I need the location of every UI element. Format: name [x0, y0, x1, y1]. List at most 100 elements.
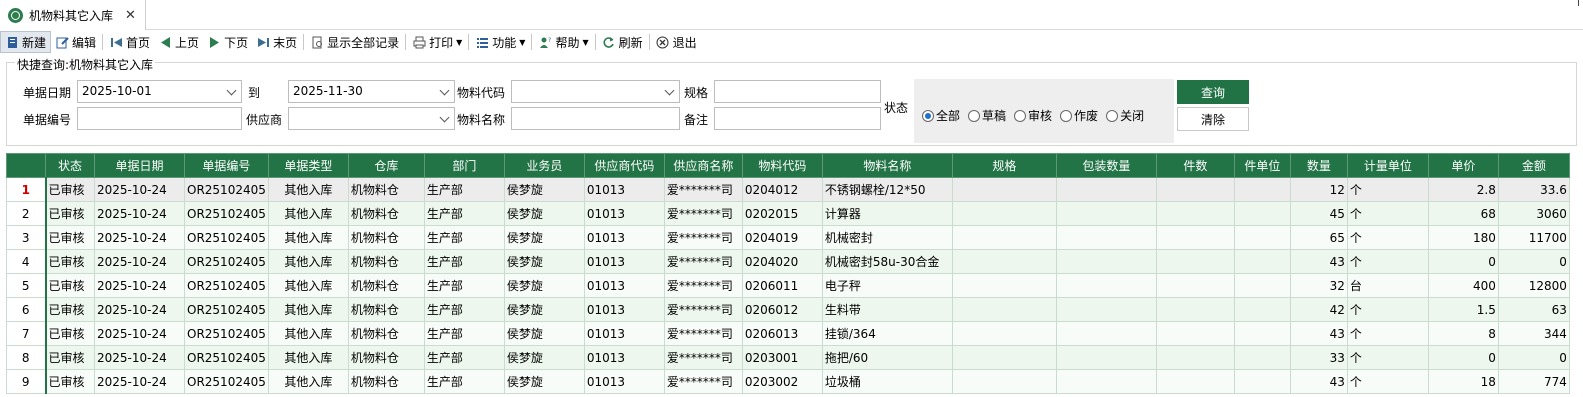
cell-status[interactable]: 已审核: [45, 201, 95, 226]
cell-date[interactable]: 2025-10-24: [94, 273, 185, 298]
status-option-1[interactable]: 草稿: [968, 107, 1006, 124]
cell-amt[interactable]: 63: [1497, 297, 1570, 322]
cell-dept[interactable]: 生产部: [423, 345, 505, 370]
cell-qty[interactable]: 43: [1289, 369, 1348, 394]
edit-button[interactable]: 编辑: [51, 31, 100, 53]
cell-unit[interactable]: 个: [1346, 177, 1429, 202]
cell-pcs[interactable]: [1155, 201, 1235, 226]
cell-no[interactable]: OR25102405: [184, 369, 269, 394]
function-menu-button[interactable]: 功能 ▼: [471, 31, 529, 53]
cell-price[interactable]: 2.8: [1427, 177, 1499, 202]
column-header[interactable]: 规格: [951, 153, 1057, 178]
row-number[interactable]: 1: [6, 177, 47, 202]
cell-mcode[interactable]: 0203001: [741, 345, 823, 370]
cell-pack[interactable]: [1055, 249, 1157, 274]
column-header[interactable]: 业务员: [503, 153, 585, 178]
row-number[interactable]: 4: [6, 249, 47, 274]
cell-pack[interactable]: [1055, 345, 1157, 370]
column-header[interactable]: 部门: [423, 153, 505, 178]
table-row[interactable]: 2 已审核 2025-10-24 OR25102405 其他入库 机物料仓 生产部 侯梦旋 01…: [6, 201, 1570, 226]
cell-amt[interactable]: 344: [1497, 321, 1570, 346]
cell-amt[interactable]: 12800: [1497, 273, 1570, 298]
cell-wh[interactable]: 机物料仓: [347, 369, 425, 394]
table-row[interactable]: 1 已审核 2025-10-24 OR25102405 其他入库 机物料仓 生产部 侯梦旋 01…: [6, 177, 1570, 202]
cell-mcode[interactable]: 0206013: [741, 321, 823, 346]
cell-qty[interactable]: 43: [1289, 321, 1348, 346]
row-number[interactable]: 5: [6, 273, 47, 298]
cell-unit[interactable]: 个: [1346, 297, 1429, 322]
help-menu-button[interactable]: ? 帮助 ▼: [534, 31, 592, 53]
cell-pcs[interactable]: [1155, 249, 1235, 274]
cell-wh[interactable]: 机物料仓: [347, 297, 425, 322]
cell-qty[interactable]: 33: [1289, 345, 1348, 370]
refresh-button[interactable]: 刷新: [598, 31, 647, 53]
first-page-button[interactable]: 首页: [105, 31, 154, 53]
cell-no[interactable]: OR25102405: [184, 201, 269, 226]
cell-status[interactable]: 已审核: [45, 249, 95, 274]
radio-circle-icon[interactable]: [1014, 109, 1027, 122]
cell-qty[interactable]: 42: [1289, 297, 1348, 322]
cell-scode[interactable]: 01013: [583, 345, 665, 370]
cell-price[interactable]: 400: [1427, 273, 1499, 298]
cell-pu[interactable]: [1233, 297, 1291, 322]
row-number[interactable]: 7: [6, 321, 47, 346]
cell-no[interactable]: OR25102405: [184, 273, 269, 298]
cell-unit[interactable]: 个: [1346, 321, 1429, 346]
cell-sales[interactable]: 侯梦旋: [503, 321, 585, 346]
cell-scode[interactable]: 01013: [583, 177, 665, 202]
close-icon[interactable]: ✕: [125, 8, 136, 23]
cell-type[interactable]: 其他入库: [267, 345, 349, 370]
cell-mname[interactable]: 电子秤: [821, 273, 953, 298]
cell-amt[interactable]: 0: [1497, 249, 1570, 274]
cell-price[interactable]: 0: [1427, 249, 1499, 274]
cell-price[interactable]: 8: [1427, 321, 1499, 346]
cell-no[interactable]: OR25102405: [184, 345, 269, 370]
cell-type[interactable]: 其他入库: [267, 321, 349, 346]
clear-button[interactable]: 清除: [1177, 107, 1249, 131]
cell-wh[interactable]: 机物料仓: [347, 201, 425, 226]
cell-scode[interactable]: 01013: [583, 297, 665, 322]
cell-date[interactable]: 2025-10-24: [94, 225, 185, 250]
cell-dept[interactable]: 生产部: [423, 249, 505, 274]
supplier-select[interactable]: [288, 107, 455, 130]
doc-no-input[interactable]: [77, 107, 242, 130]
cell-price[interactable]: 1.5: [1427, 297, 1499, 322]
cell-sales[interactable]: 侯梦旋: [503, 273, 585, 298]
cell-pu[interactable]: [1233, 273, 1291, 298]
cell-type[interactable]: 其他入库: [267, 297, 349, 322]
cell-mname[interactable]: 垃圾桶: [821, 369, 953, 394]
cell-unit[interactable]: 个: [1346, 345, 1429, 370]
cell-no[interactable]: OR25102405: [184, 177, 269, 202]
cell-spec[interactable]: [951, 297, 1057, 322]
cell-sname[interactable]: 爱*******司: [663, 273, 743, 298]
cell-sales[interactable]: 侯梦旋: [503, 177, 585, 202]
cell-wh[interactable]: 机物料仓: [347, 177, 425, 202]
cell-amt[interactable]: 33.6: [1497, 177, 1570, 202]
row-number[interactable]: 8: [6, 345, 47, 370]
cell-type[interactable]: 其他入库: [267, 273, 349, 298]
material-name-input[interactable]: [511, 107, 680, 130]
status-option-0[interactable]: 全部: [922, 107, 960, 124]
cell-date[interactable]: 2025-10-24: [94, 201, 185, 226]
cell-unit[interactable]: 个: [1346, 369, 1429, 394]
cell-sales[interactable]: 侯梦旋: [503, 201, 585, 226]
cell-date[interactable]: 2025-10-24: [94, 345, 185, 370]
cell-pcs[interactable]: [1155, 297, 1235, 322]
table-row[interactable]: 3 已审核 2025-10-24 OR25102405 其他入库 机物料仓 生产部 侯梦旋 01…: [6, 225, 1570, 250]
cell-type[interactable]: 其他入库: [267, 177, 349, 202]
cell-qty[interactable]: 65: [1289, 225, 1348, 250]
cell-pack[interactable]: [1055, 177, 1157, 202]
radio-circle-icon[interactable]: [1106, 109, 1119, 122]
cell-price[interactable]: 68: [1427, 201, 1499, 226]
cell-pack[interactable]: [1055, 297, 1157, 322]
table-row[interactable]: 6 已审核 2025-10-24 OR25102405 其他入库 机物料仓 生产部 侯梦旋 01…: [6, 297, 1570, 322]
cell-wh[interactable]: 机物料仓: [347, 345, 425, 370]
column-header[interactable]: 计量单位: [1346, 153, 1429, 178]
cell-sales[interactable]: 侯梦旋: [503, 297, 585, 322]
cell-qty[interactable]: 12: [1289, 177, 1348, 202]
cell-dept[interactable]: 生产部: [423, 321, 505, 346]
cell-mname[interactable]: 挂锁/364: [821, 321, 953, 346]
cell-sname[interactable]: 爱*******司: [663, 201, 743, 226]
cell-no[interactable]: OR25102405: [184, 249, 269, 274]
column-header[interactable]: 件单位: [1233, 153, 1291, 178]
